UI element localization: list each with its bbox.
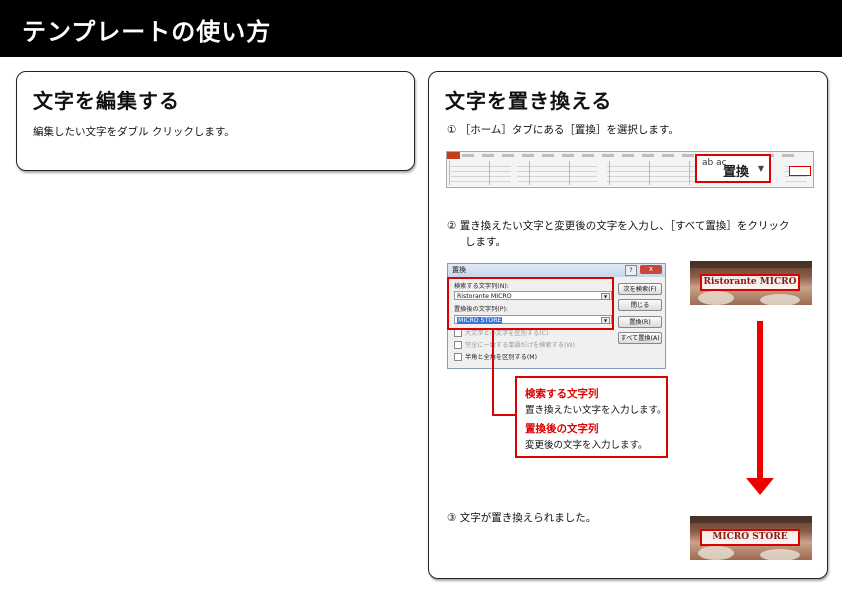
- ribbon-replace-button[interactable]: ab ac 置換 ▼: [695, 154, 771, 183]
- arrow-down-icon: [746, 478, 774, 495]
- explanation-callout: 検索する文字列 置き換えたい文字を入力します。 置換後の文字列 変更後の文字を入…: [515, 376, 668, 458]
- dialog-close-button[interactable]: 閉じる: [618, 299, 662, 311]
- chevron-down-icon: ▼: [757, 164, 764, 173]
- replace-button[interactable]: 置換(R): [618, 316, 662, 328]
- check-width[interactable]: 半角と全角を区別する(M): [454, 352, 537, 361]
- callout-text-find: 置き換えたい文字を入力します。: [525, 405, 667, 416]
- header-bar: テンプレートの使い方: [0, 0, 842, 57]
- connector-horizontal: [492, 414, 516, 416]
- edit-text-instruction: 編集したい文字をダブル クリックします。: [33, 126, 235, 138]
- arrow-shaft: [757, 321, 763, 481]
- callout-text-replace: 変更後の文字を入力します。: [525, 440, 648, 451]
- callout-heading-replace: 置換後の文字列: [525, 423, 599, 435]
- photo-after: MICRO STORE: [690, 516, 812, 560]
- photo-after-label: MICRO STORE: [700, 529, 800, 546]
- close-button[interactable]: x: [640, 265, 662, 274]
- ribbon-replace-small-highlight[interactable]: [789, 166, 811, 176]
- dialog-title: 置換: [452, 266, 466, 274]
- ribbon-group-clipboard: [451, 162, 511, 182]
- file-tab: [447, 152, 460, 159]
- step-3-text: ③ 文字が置き換えられました。: [447, 512, 597, 524]
- check-whole-word[interactable]: 完全に一致する単語だけを検索する(W): [454, 340, 575, 349]
- ribbon-group-slides: [517, 162, 597, 182]
- dialog-titlebar: 置換 ? x: [448, 264, 665, 277]
- fields-highlight: [447, 277, 614, 330]
- connector-vertical: [492, 330, 494, 416]
- replace-label: 置換: [723, 165, 750, 180]
- photo-before: Ristorante MICRO: [690, 261, 812, 305]
- help-button[interactable]: ?: [625, 265, 637, 276]
- replace-text-title: 文字を置き換える: [445, 89, 613, 113]
- replace-all-button[interactable]: すべて置換(A): [618, 332, 662, 344]
- find-next-button[interactable]: 次を検索(F): [618, 283, 662, 295]
- page-title: テンプレートの使い方: [22, 18, 272, 46]
- edit-text-panel: 文字を編集する 編集したい文字をダブル クリックします。: [16, 71, 415, 171]
- ribbon-group-font: [607, 162, 695, 182]
- step-1-text: ① ［ホーム］タブにある［置換］を選択します。: [447, 124, 679, 136]
- callout-heading-find: 検索する文字列: [525, 388, 599, 400]
- photo-before-label: Ristorante MICRO: [700, 274, 800, 291]
- step-2-text-line2: します。: [465, 236, 506, 248]
- step-2-text-line1: ② 置き換えたい文字と変更後の文字を入力し、［すべて置換］をクリック: [447, 220, 790, 232]
- edit-text-title: 文字を編集する: [33, 89, 180, 113]
